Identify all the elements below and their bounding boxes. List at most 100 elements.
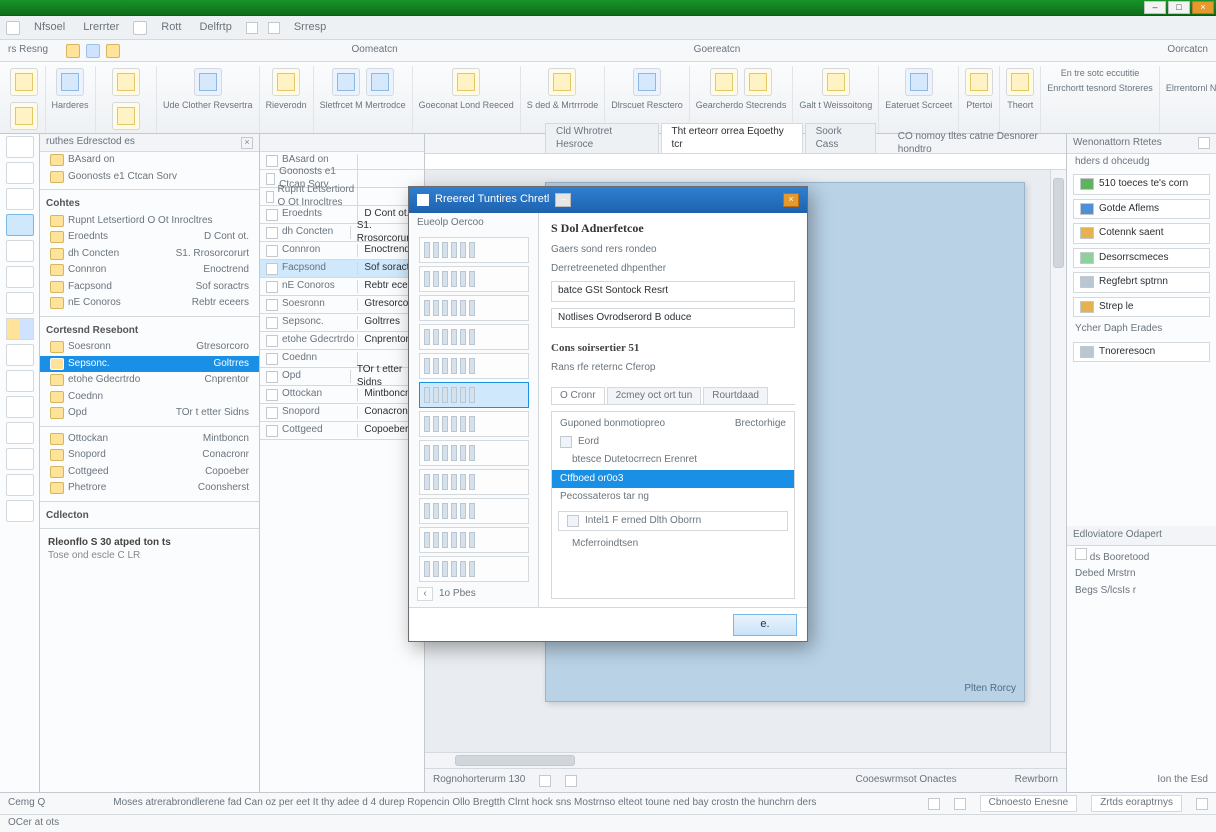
tool-button[interactable] (6, 162, 34, 184)
panel-close-icon[interactable]: × (241, 137, 253, 149)
dialog-tab[interactable]: O Cronr (551, 387, 605, 405)
ribbon-button[interactable] (744, 68, 772, 96)
list-item[interactable]: Eord (552, 433, 794, 452)
tab-label[interactable]: Oomeatcn (352, 44, 398, 57)
tree-node[interactable]: EroedntsD Cont ot. (40, 229, 259, 246)
tool-button[interactable] (6, 422, 34, 444)
option-row[interactable]: Debed Mrstrn (1067, 566, 1216, 583)
tree-node[interactable]: BAsard on (40, 152, 259, 169)
ribbon-button[interactable] (905, 68, 933, 96)
template-thumbnail[interactable] (419, 353, 529, 379)
dialog-tab[interactable]: Rourtdaad (703, 387, 768, 405)
checkbox-icon[interactable] (1075, 548, 1087, 560)
qat-icon[interactable] (6, 21, 20, 35)
tab-label[interactable]: Goereatcn (694, 44, 741, 57)
ribbon-button[interactable] (112, 68, 140, 96)
tool-button[interactable] (6, 240, 34, 262)
tree-node[interactable]: Coednn (40, 389, 259, 406)
window-close-button[interactable]: × (1192, 1, 1214, 14)
window-maximize-button[interactable]: □ (1168, 1, 1190, 14)
property-row[interactable]: SnopordConacronr (260, 404, 424, 422)
dialog-tab[interactable]: 2cmey oct ort tun (607, 387, 702, 405)
ribbon-button[interactable] (272, 68, 300, 96)
list-item[interactable]: Pecossateros tar ng (552, 488, 794, 507)
template-thumbnail[interactable] (419, 324, 529, 350)
tree-node[interactable]: Rupnt Letsertiord O Ot Inrocltres (40, 213, 259, 230)
template-thumbnail[interactable] (419, 411, 529, 437)
panel-menu-icon[interactable] (1198, 137, 1210, 149)
menu-item[interactable]: Rott (157, 19, 185, 37)
text-field[interactable]: batce GSt Sontock Resrt (551, 281, 795, 302)
property-row[interactable]: Rupnt Letsertiord O Ot Inrocltres (260, 188, 424, 206)
ribbon-button[interactable] (452, 68, 480, 96)
ribbon-button[interactable] (710, 68, 738, 96)
toolbar-icon[interactable] (106, 44, 120, 58)
text-field[interactable]: Notlises Ovrodserord B oduce (551, 308, 795, 329)
tab-label[interactable]: rs Resng (8, 44, 48, 57)
property-row[interactable]: etohe GdecrtrdoCnprentor (260, 332, 424, 350)
status-box[interactable]: Cbnoesto Enesne (980, 795, 1078, 812)
qat-icon[interactable] (246, 22, 258, 34)
tree-node[interactable]: OttockanMintboncn (40, 431, 259, 448)
tool-button[interactable] (6, 214, 34, 236)
template-thumbnail[interactable] (419, 556, 529, 582)
ribbon-button[interactable] (10, 68, 38, 96)
menu-item[interactable]: Delfrtp (195, 19, 235, 37)
property-row[interactable]: OttockanMintboncn (260, 386, 424, 404)
list-item[interactable]: Mcferroindtsen (552, 535, 794, 554)
document-tab[interactable]: Soork Cass (805, 123, 876, 153)
pane-item[interactable]: Cotennk saent (1073, 223, 1210, 244)
pane-item[interactable]: Gotde Aflems (1073, 199, 1210, 220)
tool-button[interactable] (6, 344, 34, 366)
property-row[interactable]: dh ConctenS1. Rrosorcorurt (260, 224, 424, 242)
tool-button[interactable] (6, 396, 34, 418)
ribbon-button[interactable] (548, 68, 576, 96)
tree-node[interactable]: ConnronEnoctrend (40, 262, 259, 279)
menu-item[interactable]: Lrerrter (79, 19, 123, 37)
property-row[interactable]: SoesronnGtresorcoro (260, 296, 424, 314)
tool-button[interactable] (6, 292, 34, 314)
property-row[interactable]: FacpsondSof soractrs (260, 260, 424, 278)
scrollbar-thumb[interactable] (455, 755, 575, 766)
tool-button[interactable] (6, 266, 34, 288)
tree-node[interactable]: Sepsonc.Goltrres (40, 356, 259, 373)
ribbon-button[interactable] (56, 68, 84, 96)
window-minimize-button[interactable]: – (1144, 1, 1166, 14)
status-icon[interactable] (1196, 798, 1208, 810)
pane-item[interactable]: Strep le (1073, 297, 1210, 318)
ribbon-button[interactable] (633, 68, 661, 96)
ribbon-button[interactable] (194, 68, 222, 96)
list-item[interactable]: Intel1 F erned Dlth Oborrn (558, 511, 788, 532)
tree-node[interactable]: etohe GdecrtrdoCnprentor (40, 372, 259, 389)
template-thumbnail[interactable] (419, 527, 529, 553)
document-tab[interactable]: Tht erteorr orrea Eqoethy tcr (661, 123, 803, 153)
pane-item[interactable]: Regfebrt sptrnn (1073, 272, 1210, 293)
tree-node[interactable]: PhetroreCoonsherst (40, 480, 259, 497)
tool-button[interactable] (6, 370, 34, 392)
dialog-listbox[interactable]: Guponed bonmotiopreo Brectorhige Eord bt… (551, 411, 795, 599)
status-icon[interactable] (928, 798, 940, 810)
tree-node[interactable]: SoesronnGtresorcoro (40, 339, 259, 356)
horizontal-scrollbar[interactable] (425, 752, 1066, 768)
ribbon-button[interactable] (1006, 68, 1034, 96)
option-row[interactable]: Begs S/lcsIs r (1067, 583, 1216, 600)
pane-item[interactable]: 510 toeces te's corn (1073, 174, 1210, 195)
qat-icon[interactable] (268, 22, 280, 34)
tool-button[interactable] (6, 136, 34, 158)
dialog-close-button[interactable]: × (783, 193, 799, 207)
toolbar-icon[interactable] (66, 44, 80, 58)
tab-label[interactable]: Oorcatcn (1167, 44, 1208, 57)
scrollbar-thumb[interactable] (1053, 178, 1064, 268)
dialog-minimize-button[interactable]: – (555, 193, 571, 207)
ribbon-button[interactable] (965, 68, 993, 96)
ribbon-button[interactable] (10, 102, 38, 130)
tool-button[interactable] (6, 500, 34, 522)
vertical-scrollbar[interactable] (1050, 170, 1066, 752)
color-swatch[interactable] (6, 318, 34, 340)
property-row[interactable]: ConnronEnoctrend (260, 242, 424, 260)
tree-node[interactable]: Goonosts e1 Ctcan Sorv (40, 169, 259, 186)
footer-icon[interactable] (565, 775, 577, 787)
ribbon-button[interactable] (332, 68, 360, 96)
property-row[interactable]: Sepsonc.Goltrres (260, 314, 424, 332)
tree-node[interactable]: nE ConorosRebtr eceers (40, 295, 259, 312)
